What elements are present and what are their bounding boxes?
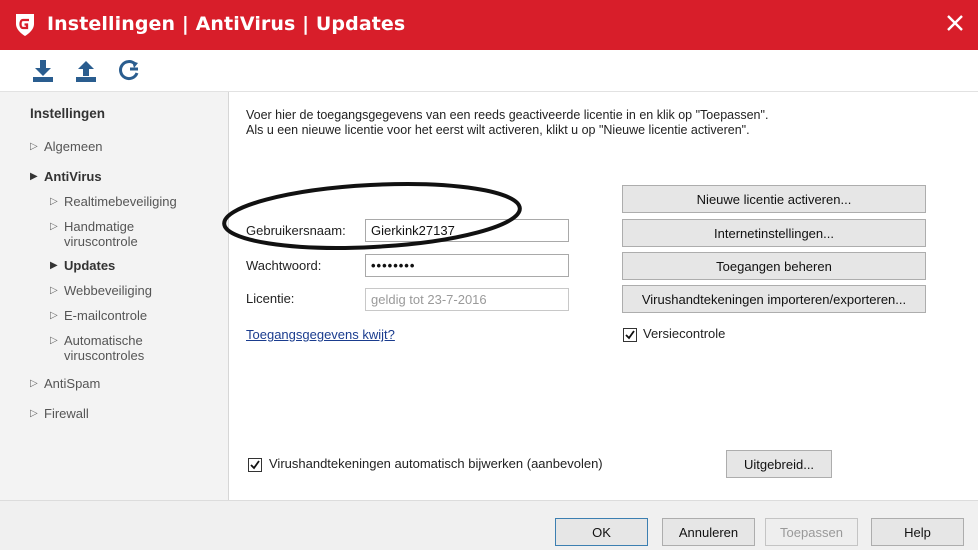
chevron-right-icon: ▷ [50, 310, 58, 321]
sidebar-item-realtimebeveiliging[interactable]: ▷ Realtimebeveiliging [50, 194, 177, 209]
gdata-shield-icon [16, 14, 34, 36]
updates-panel: Voer hier de toegangsgegevens van een re… [229, 92, 978, 500]
upload-icon[interactable] [73, 58, 99, 84]
sidebar-item-antivirus[interactable]: ▶ AntiVirus [30, 169, 102, 184]
toolbar [0, 50, 978, 92]
ok-button[interactable]: OK [555, 518, 648, 546]
chevron-right-icon: ▷ [30, 141, 38, 152]
sidebar-item-webbeveiliging[interactable]: ▷ Webbeveiliging [50, 283, 152, 298]
license-label: Licentie: [246, 291, 295, 306]
chevron-right-icon: ▶ [50, 260, 58, 271]
refresh-icon[interactable] [116, 58, 142, 84]
download-icon[interactable] [30, 58, 56, 84]
import-export-signatures-button[interactable]: Virushandtekeningen importeren/exportere… [622, 285, 926, 313]
intro-text: Voer hier de toegangsgegevens van een re… [246, 108, 769, 137]
chevron-right-icon: ▷ [50, 335, 58, 346]
sidebar-heading: Instellingen [30, 106, 106, 121]
new-license-button[interactable]: Nieuwe licentie activeren... [622, 185, 926, 213]
close-icon[interactable] [942, 10, 968, 36]
apply-button[interactable]: Toepassen [765, 518, 858, 546]
chevron-right-icon: ▷ [30, 408, 38, 419]
advanced-button[interactable]: Uitgebreid... [726, 450, 832, 478]
chevron-right-icon: ▶ [30, 171, 38, 182]
version-check-checkbox[interactable] [623, 328, 637, 342]
sidebar-item-e-mailcontrole[interactable]: ▷ E-mailcontrole [50, 308, 147, 323]
password-field[interactable]: •••••••• [365, 254, 569, 277]
chevron-right-icon: ▷ [30, 378, 38, 389]
sidebar-item-algemeen[interactable]: ▷ Algemeen [30, 139, 103, 154]
checkmark-icon [250, 460, 260, 470]
manage-access-button[interactable]: Toegangen beheren [622, 252, 926, 280]
checkmark-icon [625, 330, 635, 340]
auto-update-label[interactable]: Virushandtekeningen automatisch bijwerke… [269, 456, 603, 471]
help-button[interactable]: Help [871, 518, 964, 546]
sidebar-item-automatische-viruscontroles[interactable]: ▷ Automatische viruscontroles [50, 333, 144, 363]
license-field: geldig tot 23-7-2016 [365, 288, 569, 311]
sidebar-item-handmatige-viruscontrole[interactable]: ▷ Handmatige viruscontrole [50, 219, 138, 249]
chevron-right-icon: ▷ [50, 196, 58, 207]
dialog-footer: OK Annuleren Toepassen Help [0, 500, 978, 550]
sidebar-item-updates[interactable]: ▶ Updates [50, 258, 115, 273]
username-field[interactable]: Gierkink27137 [365, 219, 569, 242]
title-bar: Instellingen | AntiVirus | Updates [0, 0, 978, 50]
version-check-label[interactable]: Versiecontrole [643, 326, 725, 341]
settings-sidebar: Instellingen ▷ Algemeen ▶ AntiVirus ▷ Re… [0, 92, 229, 500]
cancel-button[interactable]: Annuleren [662, 518, 755, 546]
auto-update-checkbox[interactable] [248, 458, 262, 472]
password-label: Wachtwoord: [246, 258, 322, 273]
chevron-right-icon: ▷ [50, 221, 58, 232]
forgot-credentials-link[interactable]: Toegangsgegevens kwijt? [246, 327, 395, 342]
username-label: Gebruikersnaam: [246, 223, 346, 238]
internet-settings-button[interactable]: Internetinstellingen... [622, 219, 926, 247]
window-title: Instellingen | AntiVirus | Updates [47, 13, 406, 35]
sidebar-item-antispam[interactable]: ▷ AntiSpam [30, 376, 100, 391]
sidebar-item-firewall[interactable]: ▷ Firewall [30, 406, 89, 421]
chevron-right-icon: ▷ [50, 285, 58, 296]
